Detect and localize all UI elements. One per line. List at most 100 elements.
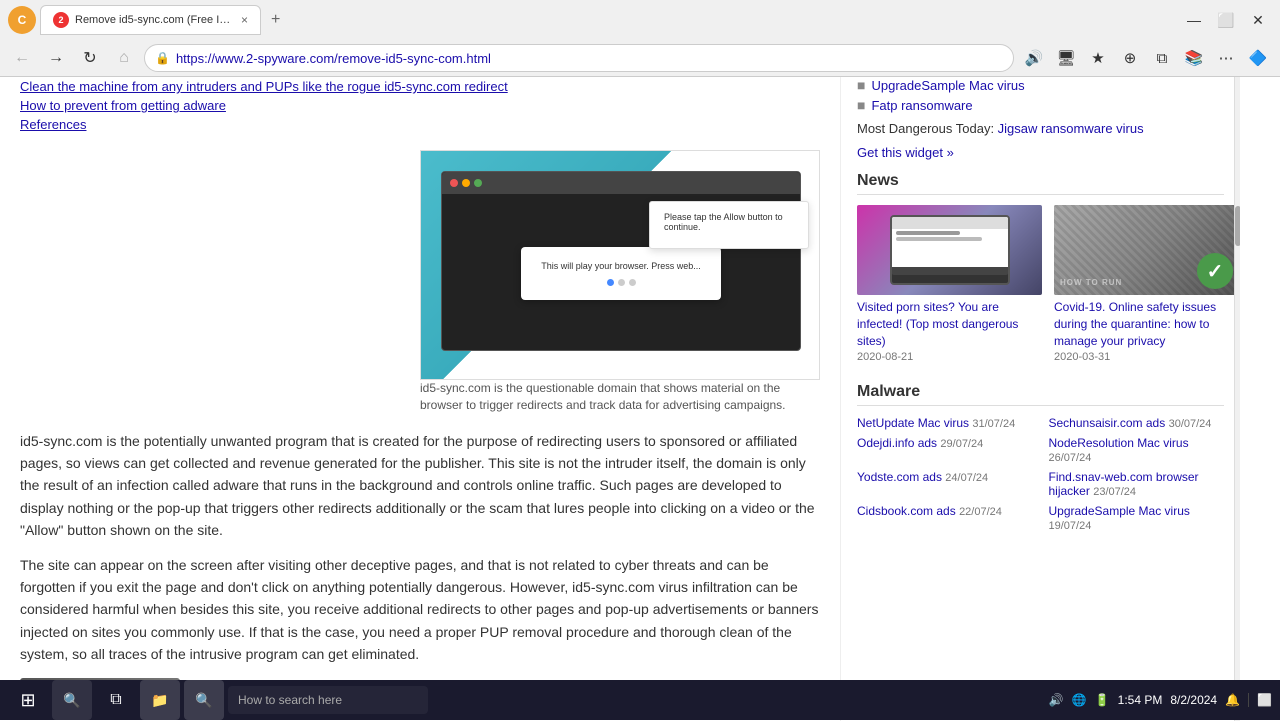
news-card-2-image: ✓ HOW TO RUN [1054, 205, 1239, 295]
show-desktop-button[interactable]: ⬜ [1248, 693, 1272, 707]
split-screen-button[interactable]: ⧉ [1148, 44, 1176, 72]
news-card-1-date: 2020-08-21 [857, 351, 1042, 363]
profile-icon[interactable]: C [8, 6, 36, 34]
system-tray: 🔊 🌐 🔋 1:54 PM 8/2/2024 🔔 ⬜ [1049, 693, 1272, 707]
malware-item-0: NetUpdate Mac virus 31/07/24 31/07/24 [857, 416, 1033, 430]
malware-date-7: 19/07/24 [1049, 520, 1092, 532]
read-aloud-button[interactable]: 🔊 [1020, 44, 1048, 72]
address-text: https://www.2-spyware.com/remove-id5-syn… [176, 51, 1003, 66]
taskbar-explorer-button[interactable]: 📁 [140, 680, 180, 720]
malware-item-7: UpgradeSample Mac virus 19/07/24 [1049, 504, 1225, 532]
malware-item-2: Odejdi.info ads 29/07/24 [857, 436, 1033, 464]
news-card-2[interactable]: ✓ HOW TO RUN Covid-19. Online safety iss… [1054, 205, 1239, 363]
taskbar: ⊞ 🔍 ⧉ 📁 🔍 How to search here 🔊 🌐 🔋 1:54 … [0, 680, 1280, 720]
news-grid: Visited porn sites? You are infected! (T… [857, 205, 1224, 363]
taskbar-time: 1:54 PM [1118, 693, 1163, 707]
table-of-contents: Clean the machine from any intruders and… [20, 77, 820, 134]
toolbar: ← → ↻ ⌂ 🔒 https://www.2-spyware.com/remo… [0, 40, 1280, 76]
favorites-button[interactable]: ★ [1084, 44, 1112, 72]
malware-date-1: 30/07/24 [1169, 418, 1212, 430]
malware-item-1: Sechunsaisir.com ads 30/07/24 [1049, 416, 1225, 430]
tray-icon-1: 🔊 [1049, 693, 1064, 707]
maximize-button[interactable]: ⬜ [1212, 6, 1240, 34]
sidebar: ■ UpgradeSample Mac virus ■ Fatp ransomw… [840, 77, 1240, 721]
news-card-1-title: Visited porn sites? You are infected! (T… [857, 299, 1042, 349]
malware-link-0[interactable]: NetUpdate Mac virus [857, 416, 969, 430]
malware-date-2: 29/07/24 [940, 438, 983, 450]
malware-item-6: Cidsbook.com ads 22/07/24 [857, 504, 1033, 532]
malware-grid: NetUpdate Mac virus 31/07/24 31/07/24 Se… [857, 416, 1224, 532]
browser-chrome: C 2 Remove id5-sync.com (Free Instr... ×… [0, 0, 1280, 77]
malware-item-3: NodeResolution Mac virus 26/07/24 [1049, 436, 1225, 464]
settings-button[interactable]: ⋯ [1212, 44, 1240, 72]
malware-item-4: Yodste.com ads 24/07/24 [857, 470, 1033, 498]
most-dangerous-link[interactable]: Jigsaw ransomware virus [998, 121, 1144, 136]
forward-button[interactable]: → [42, 44, 70, 72]
malware-section-title: Malware [857, 383, 1224, 406]
malware-date-0-val: 31/07/24 [972, 418, 1015, 430]
taskbar-search-input[interactable]: 🔍 [184, 680, 224, 720]
article-paragraph-1: id5-sync.com is the potentially unwanted… [20, 430, 820, 542]
news-section-title: News [857, 172, 1224, 195]
article-paragraph-2: The site can appear on the screen after … [20, 554, 820, 666]
image-caption: id5-sync.com is the questionable domain … [420, 380, 820, 414]
news-card-2-title: Covid-19. Online safety issues during th… [1054, 299, 1239, 349]
tab-label: Remove id5-sync.com (Free Instr... [75, 14, 235, 26]
malware-date-3: 26/07/24 [1049, 452, 1092, 464]
prev-link-2[interactable]: Fatp ransomware [871, 98, 972, 113]
malware-date-4: 24/07/24 [945, 472, 988, 484]
task-view-button[interactable]: ⧉ [96, 680, 136, 720]
tab-favicon: 2 [53, 12, 69, 28]
news-card-1-image [857, 205, 1042, 295]
malware-link-6[interactable]: Cidsbook.com ads [857, 504, 956, 518]
article-image: This will play your browser. Press web..… [420, 150, 820, 380]
close-button[interactable]: ✕ [1244, 6, 1272, 34]
malware-link-4[interactable]: Yodste.com ads [857, 470, 942, 484]
notification-area[interactable]: 🔔 [1225, 693, 1240, 707]
lock-icon: 🔒 [155, 51, 170, 65]
malware-section: Malware NetUpdate Mac virus 31/07/24 31/… [857, 383, 1224, 532]
toc-item-1[interactable]: Clean the machine from any intruders and… [20, 77, 820, 96]
get-widget-link[interactable]: Get this widget » [857, 145, 954, 160]
malware-link-7[interactable]: UpgradeSample Mac virus [1049, 504, 1190, 518]
tray-icon-3: 🔋 [1095, 693, 1110, 707]
sidebar-scrollbar-thumb[interactable] [1235, 206, 1240, 246]
toc-item-3[interactable]: References [20, 115, 820, 134]
home-button[interactable]: ⌂ [110, 44, 138, 72]
back-button[interactable]: ← [8, 44, 36, 72]
minimize-button[interactable]: — [1180, 6, 1208, 34]
prev-link-1[interactable]: UpgradeSample Mac virus [871, 78, 1024, 93]
malware-link-1[interactable]: Sechunsaisir.com ads [1049, 416, 1166, 430]
tab-area: C 2 Remove id5-sync.com (Free Instr... ×… [8, 5, 1172, 35]
news-section: News [857, 172, 1224, 363]
toc-item-2[interactable]: How to prevent from getting adware [20, 96, 820, 115]
toolbar-icons: 🔊 🖥 ★ ⊕ ⧉ 📚 ⋯ 🔷 [1020, 44, 1272, 72]
taskbar-search-box[interactable]: How to search here [228, 686, 428, 714]
copilot-button[interactable]: 🔷 [1244, 44, 1272, 72]
tab-close-button[interactable]: × [241, 13, 248, 27]
immersive-reader-button[interactable]: 🖥 [1052, 44, 1080, 72]
most-dangerous-label: Most Dangerous Today: [857, 121, 998, 136]
tray-icon-2: 🌐 [1072, 693, 1087, 707]
active-tab[interactable]: 2 Remove id5-sync.com (Free Instr... × [40, 5, 261, 35]
address-bar[interactable]: 🔒 https://www.2-spyware.com/remove-id5-s… [144, 44, 1014, 72]
start-button[interactable]: ⊞ [8, 680, 48, 720]
news-card-1[interactable]: Visited porn sites? You are infected! (T… [857, 205, 1042, 363]
sidebar-scrollbar-track[interactable] [1234, 77, 1240, 721]
add-to-favorites-button[interactable]: ⊕ [1116, 44, 1144, 72]
news-card-2-date: 2020-03-31 [1054, 351, 1239, 363]
new-tab-button[interactable]: + [265, 9, 286, 31]
malware-date-5: 23/07/24 [1093, 486, 1136, 498]
main-content: Clean the machine from any intruders and… [0, 77, 840, 721]
window-controls: — ⬜ ✕ [1180, 6, 1272, 34]
reload-button[interactable]: ↻ [76, 44, 104, 72]
malware-link-2[interactable]: Odejdi.info ads [857, 436, 937, 450]
most-dangerous-section: Most Dangerous Today: Jigsaw ransomware … [857, 121, 1224, 136]
page-container: Clean the machine from any intruders and… [0, 77, 1280, 721]
malware-item-5: Find.snav-web.com browser hijacker 23/07… [1049, 470, 1225, 498]
search-button[interactable]: 🔍 [52, 680, 92, 720]
prev-links-section: ■ UpgradeSample Mac virus ■ Fatp ransomw… [857, 77, 1224, 113]
title-bar: C 2 Remove id5-sync.com (Free Instr... ×… [0, 0, 1280, 40]
collections-button[interactable]: 📚 [1180, 44, 1208, 72]
malware-link-3[interactable]: NodeResolution Mac virus [1049, 436, 1189, 450]
